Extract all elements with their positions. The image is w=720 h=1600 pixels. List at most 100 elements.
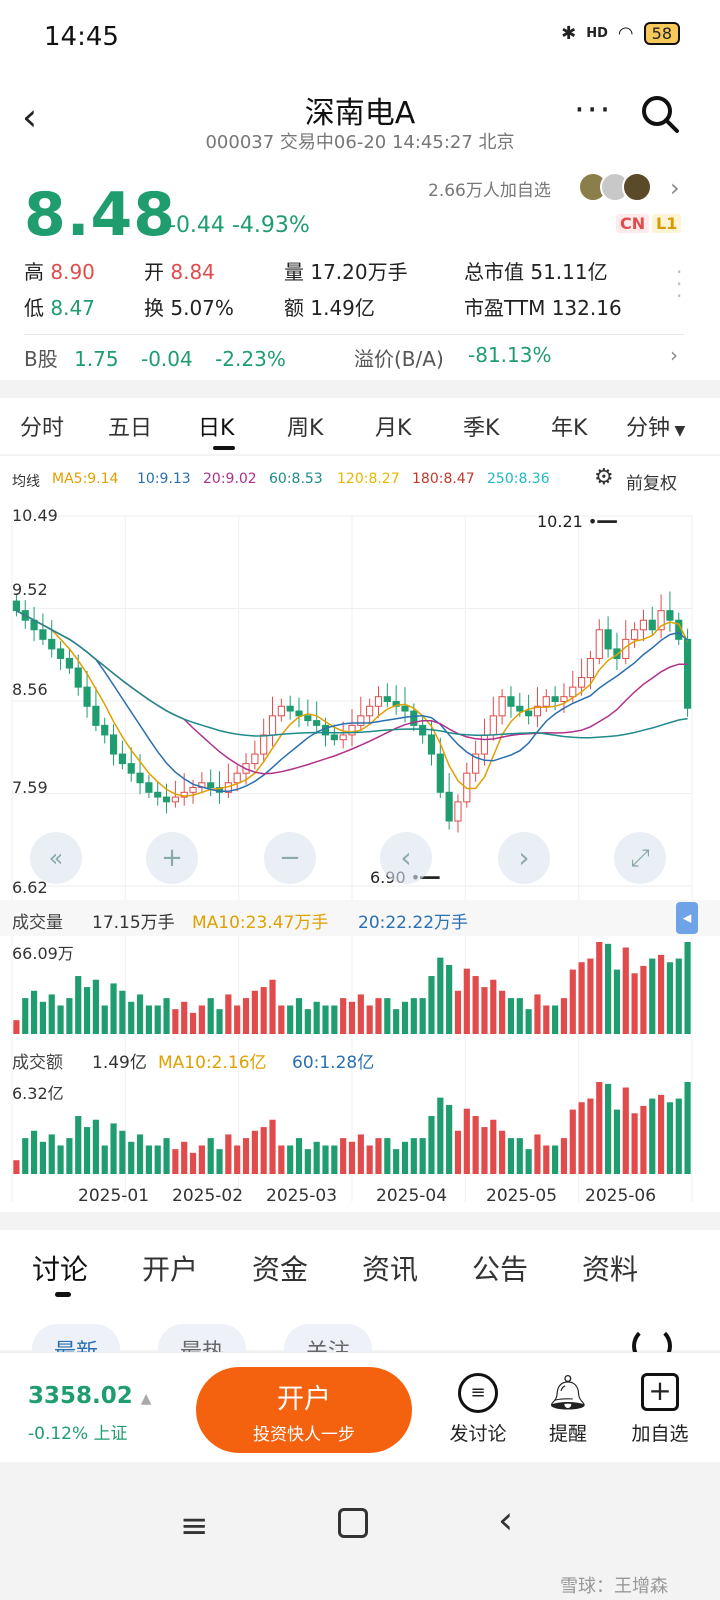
amount-bar [30,1130,38,1174]
amount-bar [348,1141,356,1174]
settings-icon[interactable]: ⚙ [594,465,614,490]
tab-quarterly-k[interactable]: 季K [463,410,499,442]
amount-bar [251,1130,258,1174]
tab-daily-k[interactable]: 日K [198,410,234,442]
amount-bar [446,1105,453,1174]
tab-announcements[interactable]: 公告 [472,1248,528,1288]
amount-bar [569,1109,576,1174]
amount-bar [260,1127,267,1174]
amount-bar [516,1138,523,1174]
amount-bar [331,1145,338,1174]
scroll-start-button[interactable]: « [30,832,82,884]
stats-more-icon[interactable]: · · · [676,262,682,306]
amount-bar [552,1145,559,1174]
scroll-right-button[interactable]: › [498,832,550,884]
candle [101,724,109,736]
price-change: -0.44 -4.93% [168,213,310,238]
search-icon[interactable] [640,94,680,134]
volume-bar [163,998,170,1034]
zoom-in-button[interactable]: + [146,832,198,884]
tab-fenshi[interactable]: 分时 [20,410,64,442]
candle [445,791,453,822]
status-icons: ✱ HD ◠ 58 [561,22,680,45]
tab-weekly-k[interactable]: 周K [287,410,323,442]
candle [109,734,118,755]
active-tab-indicator [213,446,235,450]
volume-label: 量 [284,260,304,284]
amount-ma10: MA10:2.16亿 [158,1053,267,1073]
action-bar: 3358.02 ▲ -0.12% 上证 开户 投资快人一步 ≡ 发讨论 🔔︎ 提… [0,1352,720,1462]
chart-area[interactable]: 10.49 9.52 8.56 7.59 6.62 10.21 •━━ 6.90… [0,502,720,1212]
amount-bar [649,1098,656,1174]
volume-bar [119,990,126,1034]
tab-yearly-k[interactable]: 年K [551,410,587,442]
amount-bar [375,1138,382,1174]
amount-bar [234,1145,241,1174]
collapse-icon[interactable]: ◂ [676,902,698,934]
current-price: 8.48 [24,180,177,250]
candle [427,734,436,755]
back-nav-icon[interactable]: ‹ [498,1498,513,1542]
amount-bar [154,1145,161,1174]
zoom-controls: « + − ‹ › ⤢ [0,832,720,888]
ytick-label: 7.59 [12,778,48,797]
change-pct: -4.93% [231,213,310,238]
tab-minute[interactable]: 分钟 ▼ [626,410,685,442]
volume-value: 17.20万手 [310,260,408,284]
candle [12,600,21,612]
amount-bar [640,1105,647,1174]
adjust-label[interactable]: 前复权 [626,469,677,494]
volume-bar [534,994,541,1034]
alert-button[interactable]: 🔔︎ 提醒 [528,1373,608,1446]
b-share-row[interactable]: B股 1.75 -0.04 -2.23% 溢价(B/A) -81.13% › [24,343,694,372]
candle [39,629,47,640]
candle [374,696,383,707]
index-value[interactable]: 3358.02 ▲ [28,1383,152,1409]
followers-count[interactable]: 2.66万人加自选 [428,176,551,201]
volume-bar [613,969,621,1034]
tab-wuri[interactable]: 五日 [108,410,152,442]
volume-bar [269,979,276,1034]
xtick-label: 2025-06 [585,1186,657,1206]
chevron-right-icon: › [670,343,678,367]
amount-bar [48,1134,55,1174]
ma60-label: 60:8.53 [269,471,323,487]
open-account-label: 开户 [277,1384,331,1415]
candle [454,801,462,822]
amount-bar [490,1119,497,1174]
amount-bar [198,1145,205,1174]
fullscreen-button[interactable]: ⤢ [614,832,666,884]
candle [419,724,427,736]
candle [604,629,612,650]
chevron-right-icon[interactable]: › [670,174,680,202]
amount-header: 成交额 1.49亿 MA10:2.16亿 60:1.28亿 [0,1040,720,1074]
follower-avatars[interactable] [578,172,652,202]
zoom-out-button[interactable]: − [264,832,316,884]
more-icon[interactable]: ··· [574,90,612,130]
candle [277,705,285,717]
volume-bar [22,998,29,1034]
scroll-left-button[interactable]: ‹ [380,832,432,884]
candle [595,629,603,659]
volume-bar [313,1001,320,1034]
volume-bar [260,987,267,1034]
tab-monthly-k[interactable]: 月K [375,410,411,442]
amount-bar [83,1127,91,1174]
tab-news[interactable]: 资讯 [362,1248,418,1288]
ma20-label: 20:9.02 [203,471,257,487]
candle [560,696,568,702]
tab-discussion[interactable]: 讨论 [32,1248,88,1288]
menu-icon[interactable]: ≡ [180,1506,209,1546]
tab-profile[interactable]: 资料 [582,1248,638,1288]
volume-bar [198,1005,205,1034]
post-discussion-button[interactable]: ≡ 发讨论 [438,1373,518,1446]
amount-bar [57,1145,64,1174]
volume-bar [419,998,426,1034]
home-icon[interactable] [338,1508,368,1538]
open-account-button[interactable]: 开户 投资快人一步 [196,1367,412,1453]
amount-bar [419,1138,426,1174]
add-watchlist-button[interactable]: + 加自选 [620,1373,700,1446]
tab-funds[interactable]: 资金 [252,1248,308,1288]
volume-bar [75,976,82,1034]
tab-open-account[interactable]: 开户 [142,1248,198,1288]
